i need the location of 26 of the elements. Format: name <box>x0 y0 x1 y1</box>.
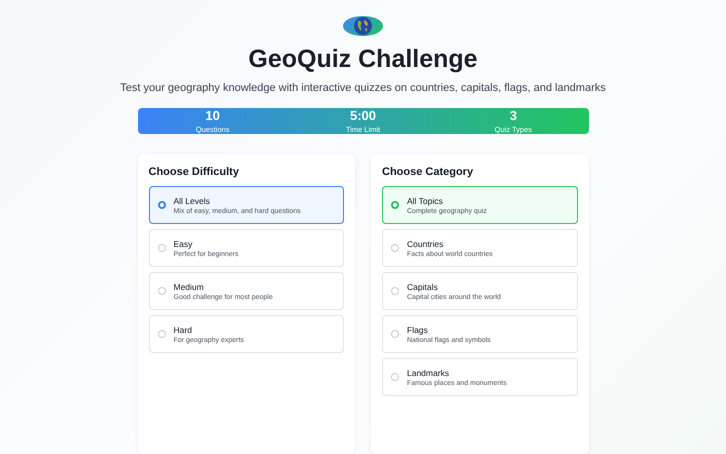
card-title: Choose Difficulty <box>148 166 240 178</box>
radio-button[interactable] <box>391 373 399 381</box>
radio-button[interactable] <box>391 244 399 252</box>
page-title: GeoQuiz Challenge <box>248 45 478 74</box>
radio-button[interactable] <box>391 201 399 209</box>
page-subtitle: Test your geography knowledge with interactive quizzes on countries, capitals, flags, and landmarks <box>120 82 606 94</box>
stat-value: 5:00 <box>350 108 376 123</box>
option-label: Medium <box>174 282 205 292</box>
option-label: Flags <box>407 324 429 334</box>
globe-icon <box>353 16 373 36</box>
option-label: Capitals <box>407 282 439 292</box>
stat-value: 10 <box>205 108 220 123</box>
radio-button[interactable] <box>158 287 166 295</box>
radio-button[interactable] <box>158 244 166 252</box>
option-label: Easy <box>174 238 194 248</box>
option-label: All Levels <box>174 196 211 206</box>
stat-value: 3 <box>510 108 517 123</box>
radio-button[interactable] <box>158 330 166 338</box>
card-title: Choose Category <box>382 166 474 178</box>
option-label: All Topics <box>407 196 444 206</box>
radio-button[interactable] <box>391 330 399 338</box>
radio-button[interactable] <box>391 287 399 295</box>
option-label: Landmarks <box>407 368 450 378</box>
radio-button[interactable] <box>158 201 166 209</box>
option-label: Countries <box>407 238 444 248</box>
option-label: Hard <box>174 324 193 334</box>
